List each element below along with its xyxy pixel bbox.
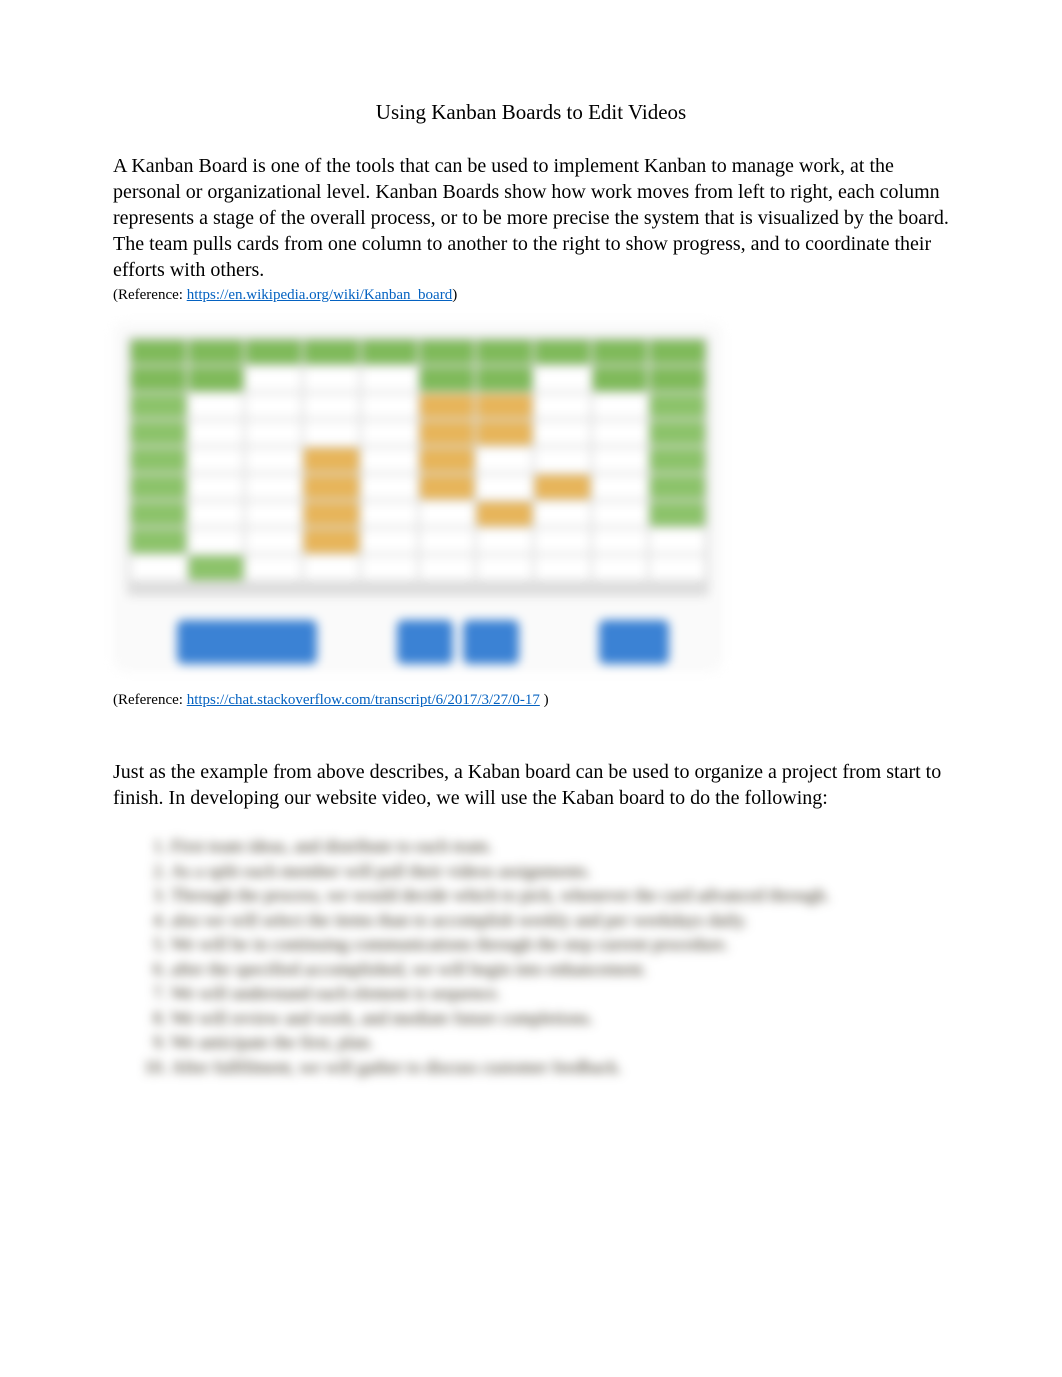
kanban-bucket [599,620,669,664]
reference-2: (Reference: https://chat.stackoverflow.c… [113,692,949,709]
reference-1-close: ) [452,287,457,303]
kanban-board-image [113,322,723,672]
list-item: We will review and work, and mediate fut… [171,1007,949,1030]
list-item: As a split each member will pull their v… [171,860,949,883]
steps-list-wrapper: First team ideas, and distribute to each… [113,835,949,1078]
list-item: We will be in continuing communications … [171,933,949,956]
list-item: We anticipate the first, plan. [171,1031,949,1054]
list-item: After fullfilment, we will gather to dis… [171,1056,949,1079]
list-item: also we will select the items than to ac… [171,909,949,932]
page-title: Using Kanban Boards to Edit Videos [113,100,949,125]
kanban-bucket [177,620,317,664]
reference-2-link[interactable]: https://chat.stackoverflow.com/transcrip… [187,692,540,708]
list-item: after the specified accomplished, we wil… [171,958,949,981]
body-paragraph-2: Just as the example from above describes… [113,759,949,811]
kanban-bucket [397,620,453,664]
list-item: Through the process, we would decide whi… [171,884,949,907]
reference-1: (Reference: https://en.wikipedia.org/wik… [113,287,949,304]
kanban-bucket [463,620,519,664]
reference-1-link[interactable]: https://en.wikipedia.org/wiki/Kanban_boa… [187,287,453,303]
intro-paragraph: A Kanban Board is one of the tools that … [113,153,949,283]
steps-list: First team ideas, and distribute to each… [143,835,949,1078]
reference-2-label: (Reference: [113,692,187,708]
reference-1-label: (Reference: [113,287,187,303]
list-item: First team ideas, and distribute to each… [171,835,949,858]
reference-2-close: ) [540,692,549,708]
list-item: We will understand each element is seque… [171,982,949,1005]
